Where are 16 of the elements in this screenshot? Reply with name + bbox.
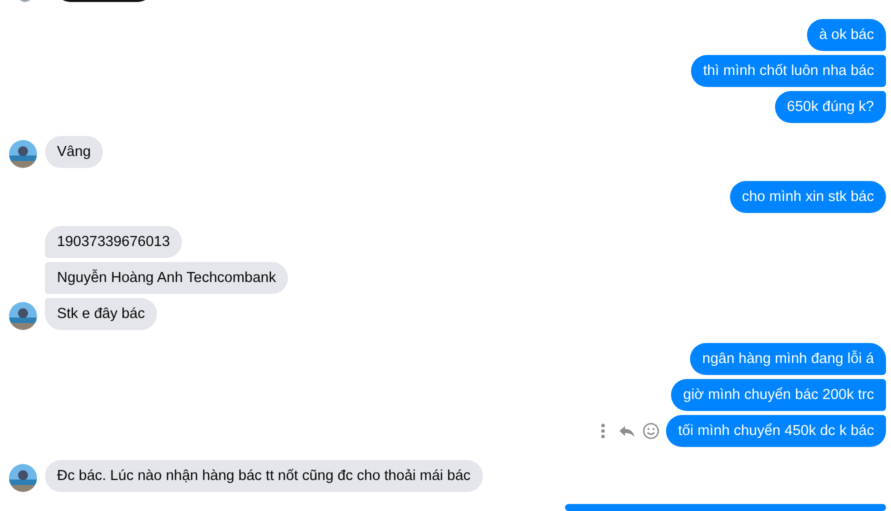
message-bubble: Nguyễn Hoàng Anh Techcombank — [45, 262, 288, 294]
message-bubble: giờ mình chuyển bác 200k trc — [671, 379, 886, 411]
message-bubble: à ok bác — [807, 19, 886, 51]
avatar-photo — [9, 464, 37, 492]
message-bubble: 650k đúng k? — [774, 91, 886, 123]
message-bubble: Stk e đây bác — [45, 298, 157, 330]
message-bubble: Vâng — [45, 136, 103, 168]
message-bubble: 19037339676013 — [45, 226, 182, 258]
message-bubble: tối mình chuyển 450k dc k bác — [666, 415, 886, 447]
message-bubble: thì mình chốt luôn nha bác — [691, 55, 886, 87]
avatar-photo — [9, 140, 37, 168]
message-bubble: ngân hàng mình đang lỗi á — [690, 343, 886, 375]
message-bubble: cho mình xin stk bác — [730, 181, 886, 213]
emoji-icon[interactable] — [642, 422, 660, 440]
avatar-photo — [9, 302, 37, 330]
message-bubble: Đc bác. Lúc nào nhận hàng bác tt nốt cũng đc cho thoải mái bác — [45, 460, 483, 492]
